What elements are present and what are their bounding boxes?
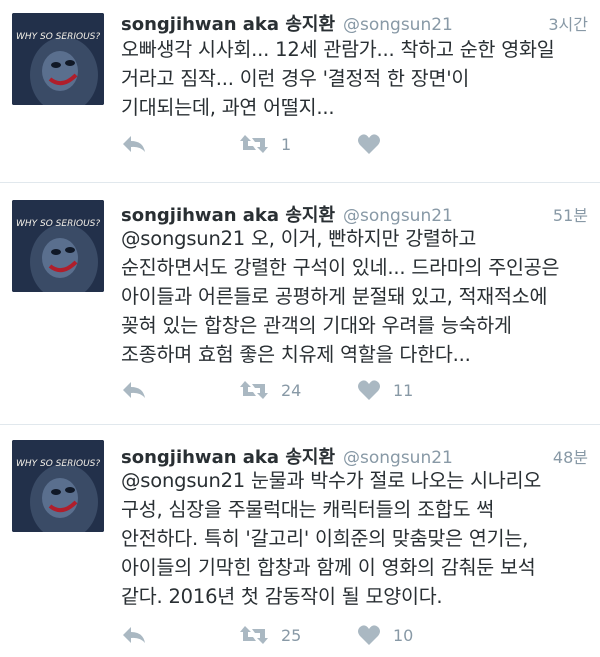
timestamp[interactable]: 3시간 xyxy=(548,11,588,35)
avatar-caption: WHY SO SERIOUS? xyxy=(16,219,100,229)
reply-arrow-icon xyxy=(121,624,147,646)
like-button[interactable]: 11 xyxy=(357,379,413,401)
timestamp[interactable]: 51분 xyxy=(553,202,588,226)
like-count: 11 xyxy=(393,380,414,400)
tweet-text: @songsun21 눈물과 박수가 절로 나오는 시나리오 구성, 심장을 주… xyxy=(121,469,542,608)
reply-button[interactable] xyxy=(121,379,147,401)
heart-icon xyxy=(357,379,381,401)
avatar-caption: WHY SO SERIOUS? xyxy=(16,32,100,42)
heart-icon xyxy=(357,133,381,155)
user-handle[interactable]: @songsun21 xyxy=(343,206,453,226)
display-name[interactable]: songjihwan aka 송지환 xyxy=(121,447,335,468)
retweet-icon xyxy=(239,624,269,646)
reply-arrow-icon xyxy=(121,133,147,155)
retweet-count: 1 xyxy=(281,134,292,154)
display-name[interactable]: songjihwan aka 송지환 xyxy=(121,14,335,35)
like-button[interactable] xyxy=(357,133,393,155)
avatar[interactable]: WHY SO SERIOUS? xyxy=(12,440,104,532)
tweet[interactable]: WHY SO SERIOUS? songjihwan aka 송지환 @songs… xyxy=(0,183,600,423)
retweet-icon xyxy=(239,379,269,401)
avatar[interactable]: WHY SO SERIOUS? xyxy=(12,13,104,105)
reply-button[interactable] xyxy=(121,624,147,646)
reply-button[interactable] xyxy=(121,133,147,155)
tweet[interactable]: WHY SO SERIOUS? songjihwan aka 송지환 @songs… xyxy=(0,425,600,657)
like-count: 10 xyxy=(393,625,414,645)
tweet[interactable]: WHY SO SERIOUS? songjihwan aka 송지환 @songs… xyxy=(0,0,600,180)
user-handle[interactable]: @songsun21 xyxy=(343,15,453,35)
retweet-count: 25 xyxy=(281,625,302,645)
retweet-button[interactable]: 25 xyxy=(239,624,301,646)
heart-icon xyxy=(357,624,381,646)
user-handle[interactable]: @songsun21 xyxy=(343,448,453,468)
retweet-icon xyxy=(239,133,269,155)
avatar-caption: WHY SO SERIOUS? xyxy=(16,459,100,469)
display-name[interactable]: songjihwan aka 송지환 xyxy=(121,205,335,226)
like-button[interactable]: 10 xyxy=(357,624,413,646)
tweet-text: @songsun21 오, 이거, 빤하지만 강렬하고 순진하면서도 강렬한 구… xyxy=(121,227,560,366)
tweet-actions: 25 10 xyxy=(121,624,521,648)
timestamp[interactable]: 48분 xyxy=(553,444,588,468)
retweet-count: 24 xyxy=(281,380,302,400)
tweet-actions: 24 11 xyxy=(121,379,521,403)
tweet-text: 오빠생각 시사회... 12세 관람가... 착하고 순한 영화일 거라고 짐작… xyxy=(121,38,555,119)
avatar[interactable]: WHY SO SERIOUS? xyxy=(12,200,104,292)
tweet-actions: 1 xyxy=(121,133,521,157)
reply-arrow-icon xyxy=(121,379,147,401)
retweet-button[interactable]: 1 xyxy=(239,133,291,155)
retweet-button[interactable]: 24 xyxy=(239,379,301,401)
